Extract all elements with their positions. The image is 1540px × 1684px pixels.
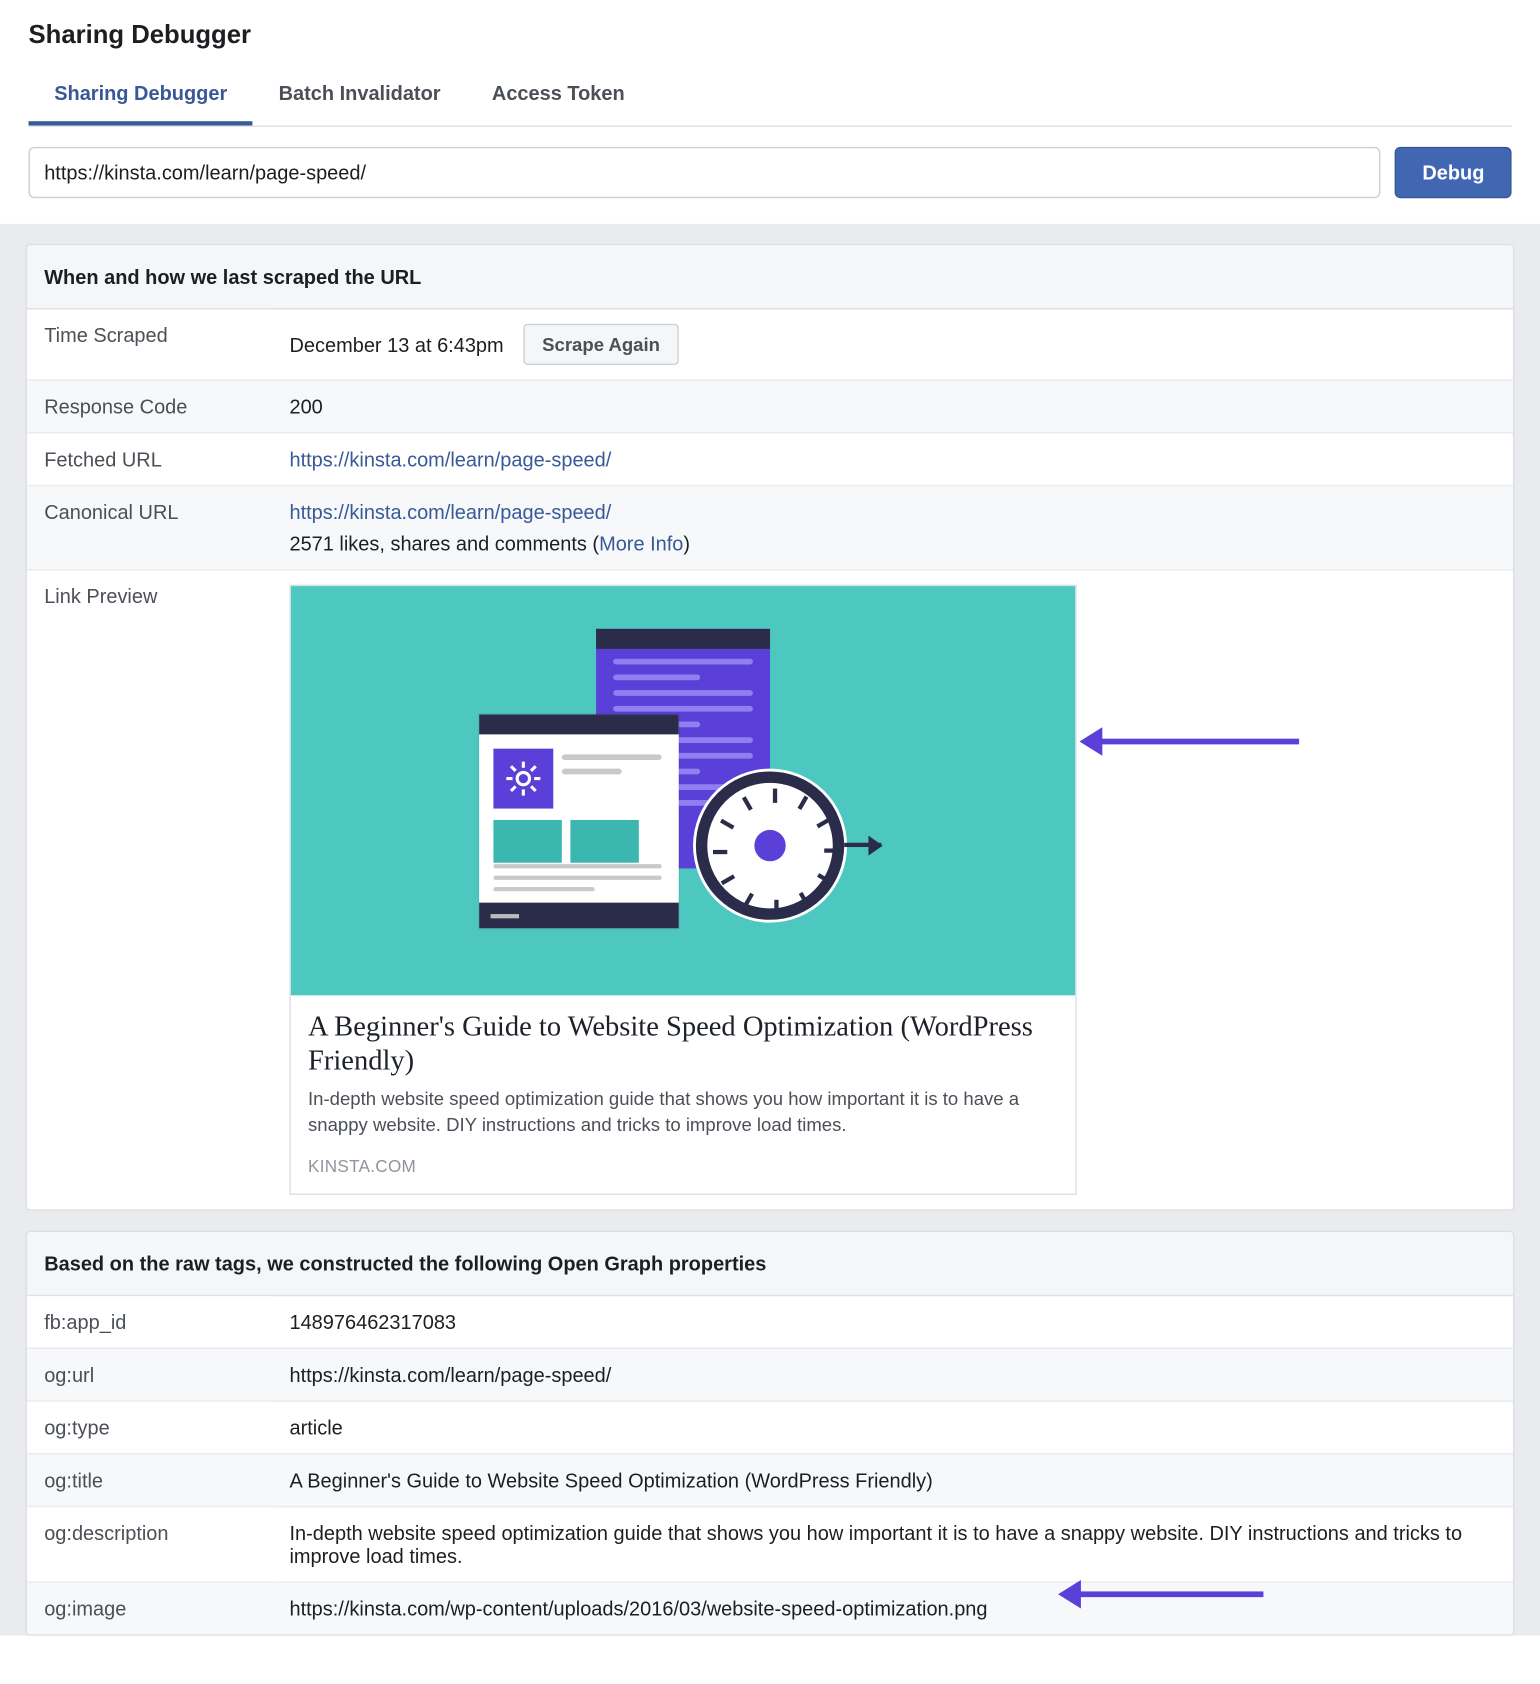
tab-sharing-debugger[interactable]: Sharing Debugger [29, 64, 253, 125]
time-scraped-label: Time Scraped [27, 309, 272, 380]
response-code-label: Response Code [27, 380, 272, 433]
og-key: og:type [27, 1401, 272, 1454]
og-key: fb:app_id [27, 1296, 272, 1348]
scrape-panel: When and how we last scraped the URL Tim… [26, 244, 1515, 1211]
canonical-stats-text: 2571 likes, shares and comments ( [289, 532, 599, 555]
tab-batch-invalidator[interactable]: Batch Invalidator [253, 64, 466, 125]
gear-icon [493, 749, 553, 809]
canonical-url-label: Canonical URL [27, 486, 272, 570]
annotation-arrow-icon [1085, 739, 1299, 745]
search-row: Debug [29, 127, 1512, 224]
og-key: og:description [27, 1507, 272, 1583]
tab-access-token[interactable]: Access Token [466, 64, 650, 125]
link-preview-card[interactable]: A Beginner's Guide to Website Speed Opti… [289, 585, 1076, 1195]
preview-description: In-depth website speed optimization guid… [308, 1087, 1058, 1137]
response-code-value: 200 [272, 380, 1513, 433]
preview-title: A Beginner's Guide to Website Speed Opti… [308, 1010, 1058, 1078]
og-key: og:image [27, 1582, 272, 1634]
gauge-icon [696, 771, 844, 919]
page-title: Sharing Debugger [29, 0, 1512, 64]
annotation-arrow-icon [1064, 1592, 1264, 1598]
fetched-url-label: Fetched URL [27, 433, 272, 486]
canonical-stats-suffix: ) [683, 532, 690, 555]
results-area: When and how we last scraped the URL Tim… [0, 224, 1540, 1636]
og-value: In-depth website speed optimization guid… [272, 1507, 1513, 1583]
og-value: 148976462317083 [272, 1296, 1513, 1348]
canonical-url-link[interactable]: https://kinsta.com/learn/page-speed/ [289, 501, 611, 524]
og-value: https://kinsta.com/learn/page-speed/ [272, 1348, 1513, 1401]
tabs: Sharing Debugger Batch Invalidator Acces… [29, 64, 1512, 127]
og-key: og:url [27, 1348, 272, 1401]
time-scraped-value: December 13 at 6:43pm [289, 333, 503, 356]
link-preview-image [291, 586, 1075, 995]
more-info-link[interactable]: More Info [599, 532, 683, 555]
link-preview-label: Link Preview [27, 570, 272, 1210]
url-input[interactable] [29, 147, 1381, 198]
og-value: article [272, 1401, 1513, 1454]
og-panel: Based on the raw tags, we constructed th… [26, 1231, 1515, 1636]
og-key: og:title [27, 1454, 272, 1507]
og-value: A Beginner's Guide to Website Speed Opti… [272, 1454, 1513, 1507]
debug-button[interactable]: Debug [1395, 147, 1511, 198]
illustration-doc-front [479, 714, 679, 928]
og-panel-heading: Based on the raw tags, we constructed th… [27, 1232, 1513, 1296]
scrape-again-button[interactable]: Scrape Again [524, 324, 679, 365]
scrape-panel-heading: When and how we last scraped the URL [27, 245, 1513, 309]
preview-domain: KINSTA.COM [308, 1157, 1058, 1177]
fetched-url-link[interactable]: https://kinsta.com/learn/page-speed/ [289, 448, 611, 471]
og-value: https://kinsta.com/wp-content/uploads/20… [289, 1597, 987, 1620]
